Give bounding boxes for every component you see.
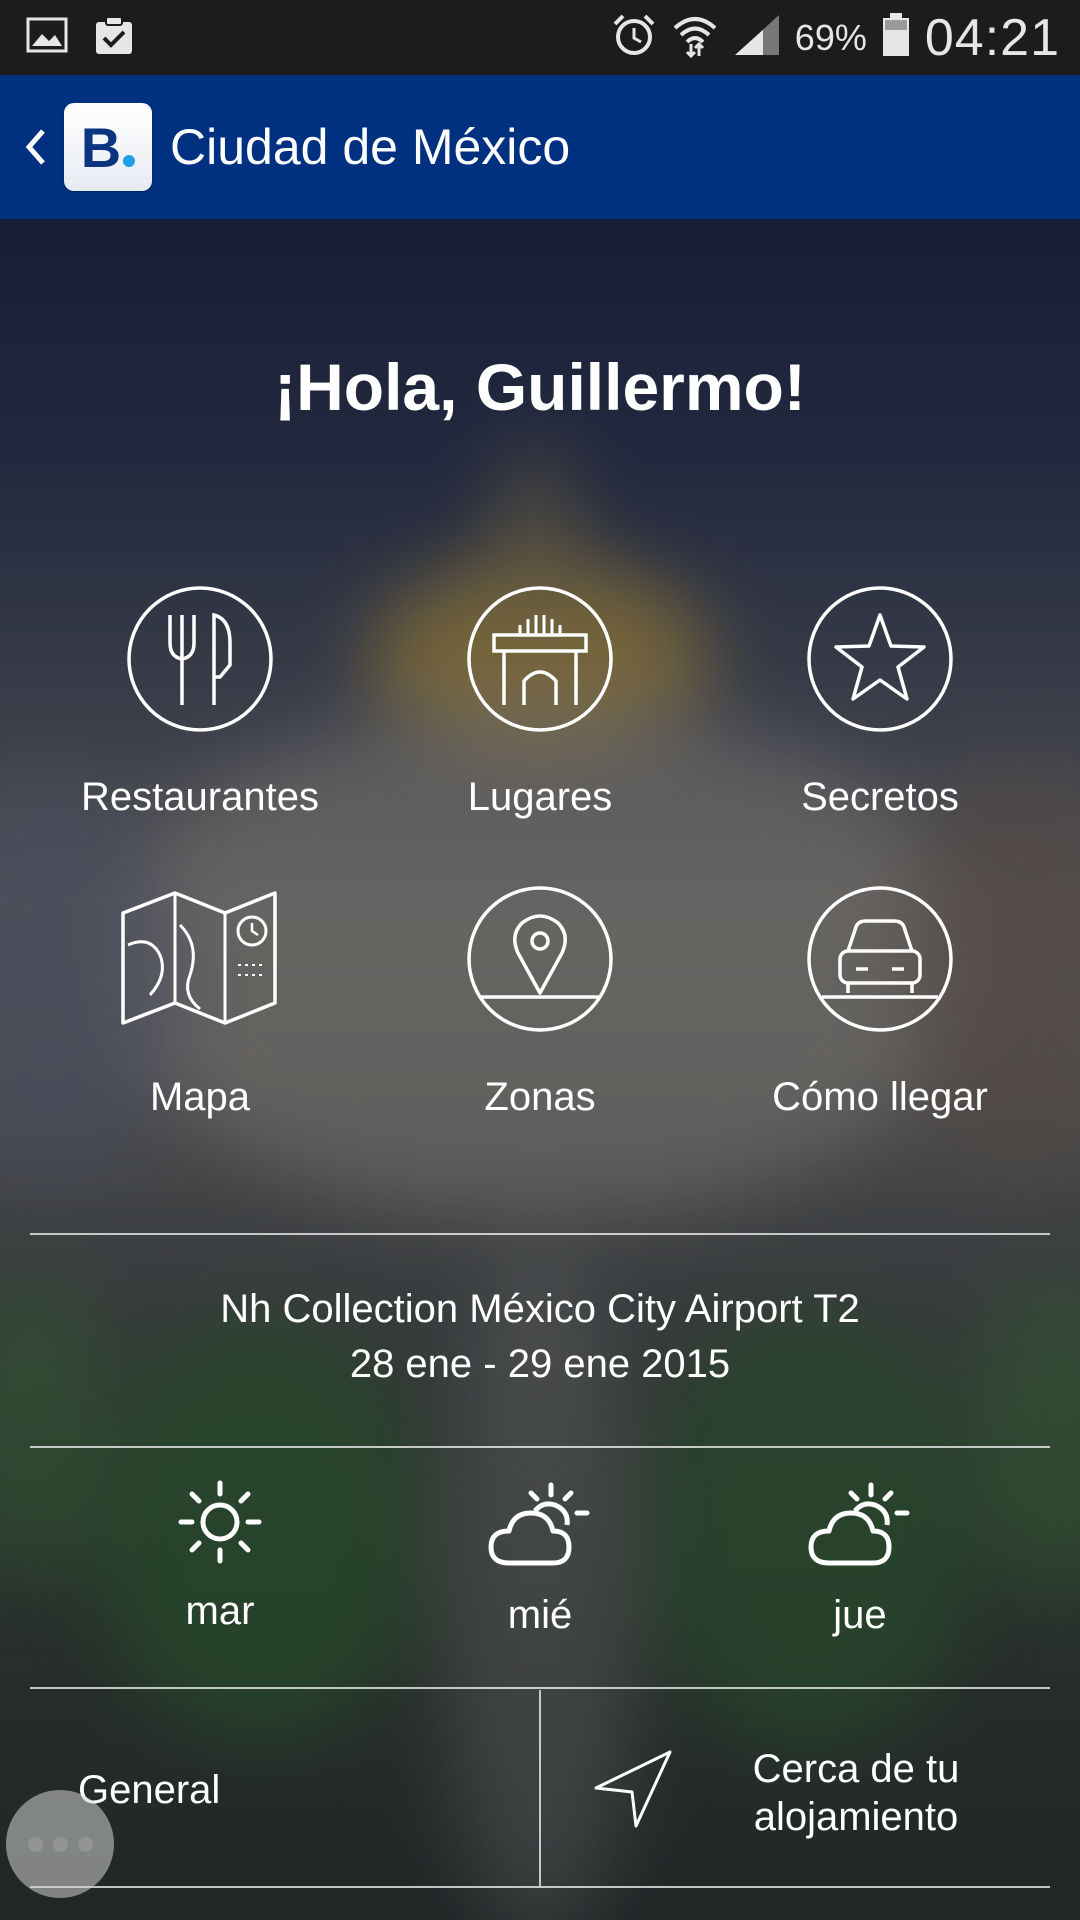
clipboard-check-icon [94, 14, 134, 61]
navigation-arrow-icon [592, 1748, 674, 1835]
menu-label: Cómo llegar [772, 1075, 988, 1119]
location-pin-icon [467, 886, 613, 1032]
dot-icon [52, 1836, 68, 1852]
map-icon [121, 891, 277, 1025]
city-guide: ¡Hola, Guillermo! Restaurantes Lugares S… [0, 219, 1080, 1920]
app-bar: B Ciudad de México [0, 75, 1080, 219]
menu-lugares[interactable]: Lugares [370, 585, 710, 820]
divider [30, 1687, 1050, 1689]
divider [30, 1233, 1050, 1235]
alarm-icon [611, 12, 657, 63]
booking-summary[interactable]: Nh Collection México City Airport T2 28 … [0, 1287, 1080, 1387]
menu-mapa[interactable]: Mapa [30, 885, 370, 1120]
gallery-icon [26, 17, 68, 58]
monument-icon [467, 586, 613, 732]
page-title: Ciudad de México [170, 119, 571, 175]
wifi-icon [671, 12, 719, 63]
hotel-name: Nh Collection México City Airport T2 [220, 1287, 860, 1331]
weather-day-label: mié [507, 1593, 573, 1637]
menu-label: Restaurantes [81, 775, 319, 819]
tab-nearby[interactable]: Cerca de tu alojamiento [696, 1745, 1016, 1841]
weather-day-label: jue [833, 1593, 887, 1637]
partly-cloudy-icon [808, 1482, 910, 1566]
status-bar: 69% 04:21 [0, 0, 1080, 75]
weather-day-mar: mar [120, 1477, 320, 1634]
weather-day-mie: mié [440, 1477, 640, 1638]
booking-dates: 28 ene - 29 ene 2015 [349, 1342, 731, 1386]
more-options-button[interactable] [6, 1790, 114, 1898]
dot-icon [77, 1836, 93, 1852]
fork-knife-icon [127, 586, 273, 732]
menu-label: Zonas [484, 1075, 596, 1119]
clock: 04:21 [924, 8, 1060, 67]
menu-restaurantes[interactable]: Restaurantes [30, 585, 370, 820]
menu-como-llegar[interactable]: Cómo llegar [710, 885, 1050, 1120]
weather-day-label: mar [185, 1589, 255, 1633]
divider [30, 1446, 1050, 1448]
dot-icon [27, 1836, 43, 1852]
back-chevron-icon [25, 129, 45, 165]
partly-cloudy-icon [488, 1482, 590, 1566]
greeting: ¡Hola, Guillermo! [274, 350, 806, 424]
divider [30, 1886, 1050, 1888]
battery-percent: 69% [794, 16, 867, 58]
weather-day-jue: jue [760, 1477, 960, 1638]
menu-zonas[interactable]: Zonas [370, 885, 710, 1120]
car-icon [807, 886, 953, 1032]
logo-letter: B [81, 115, 136, 180]
battery-icon [881, 12, 911, 63]
menu-secretos[interactable]: Secretos [710, 585, 1050, 820]
star-icon [807, 586, 953, 732]
app-logo[interactable]: B [64, 103, 152, 191]
back-button[interactable] [10, 127, 60, 167]
menu-label: Lugares [467, 775, 613, 819]
menu-label: Secretos [801, 775, 959, 819]
cellular-signal-icon [733, 13, 781, 62]
sun-icon [178, 1480, 262, 1564]
menu-label: Mapa [149, 1075, 251, 1119]
